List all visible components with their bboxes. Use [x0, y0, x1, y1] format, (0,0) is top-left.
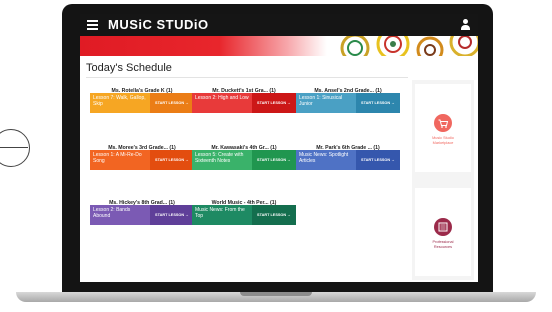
lesson-name: Lesson 1: A Mi-Re-Do Song: [90, 150, 150, 170]
marketplace-label: Music Studio Marketplace: [415, 136, 471, 145]
app-screen: MUSiC STUDiO Today's Schedule Ms. Rotell…: [80, 14, 478, 282]
lesson-card-3[interactable]: Lesson 1: Sinusical Junior START LESSON …: [296, 93, 400, 113]
resources-label: Professional Resources: [415, 240, 471, 249]
start-lesson-button[interactable]: START LESSON →: [150, 205, 194, 225]
lesson-name: Lesson 2: High and Low: [192, 93, 252, 113]
start-lesson-button[interactable]: START LESSON →: [252, 205, 296, 225]
menu-icon[interactable]: [87, 20, 98, 30]
page-title: Today's Schedule: [86, 62, 172, 74]
lesson-name: Lesson 2: Bands Abound: [90, 205, 150, 225]
laptop-notch: [240, 292, 312, 296]
start-lesson-button[interactable]: START LESSON →: [252, 93, 296, 113]
pattern-art: [340, 36, 478, 56]
lesson-card-5[interactable]: Lesson 5: Create with Sixteenth Notes ST…: [192, 150, 296, 170]
lesson-card-8[interactable]: Music News: From the Top START LESSON →: [192, 205, 296, 225]
cart-icon: [434, 114, 452, 132]
start-lesson-button[interactable]: START LESSON →: [252, 150, 296, 170]
user-icon[interactable]: [460, 19, 470, 30]
line-decoration: [0, 147, 28, 149]
lesson-card-4[interactable]: Lesson 1: A Mi-Re-Do Song START LESSON →: [90, 150, 194, 170]
title-divider: [86, 77, 408, 78]
start-lesson-button[interactable]: START LESSON →: [150, 93, 194, 113]
lesson-card-2[interactable]: Lesson 2: High and Low START LESSON →: [192, 93, 296, 113]
lesson-name: Lesson 7: Walk, Gallop, Skip: [90, 93, 150, 113]
lesson-name: Music News: From the Top: [192, 205, 252, 225]
sidebar: Music Studio Marketplace Professional Re…: [412, 80, 474, 280]
marketplace-label-line2: Marketplace: [432, 140, 454, 145]
professional-resources-link[interactable]: Professional Resources: [415, 188, 471, 276]
start-lesson-button[interactable]: START LESSON →: [150, 150, 194, 170]
start-lesson-button[interactable]: START LESSON →: [356, 150, 400, 170]
marketplace-link[interactable]: Music Studio Marketplace: [415, 84, 471, 172]
brand-logo: MUSiC STUDiO: [108, 17, 209, 32]
lesson-name: Lesson 1: Sinusical Junior: [296, 93, 356, 113]
lesson-card-6[interactable]: Music News: Spotlight Articles START LES…: [296, 150, 400, 170]
lesson-card-7[interactable]: Lesson 2: Bands Abound START LESSON →: [90, 205, 194, 225]
lesson-name: Music News: Spotlight Articles: [296, 150, 356, 170]
resources-label-line2: Resources: [433, 244, 453, 249]
lesson-name: Lesson 5: Create with Sixteenth Notes: [192, 150, 252, 170]
top-bar: MUSiC STUDiO: [80, 14, 478, 36]
lesson-card-1[interactable]: Lesson 7: Walk, Gallop, Skip START LESSO…: [90, 93, 194, 113]
book-icon: [434, 218, 452, 236]
header-banner: [80, 36, 478, 56]
start-lesson-button[interactable]: START LESSON →: [356, 93, 400, 113]
